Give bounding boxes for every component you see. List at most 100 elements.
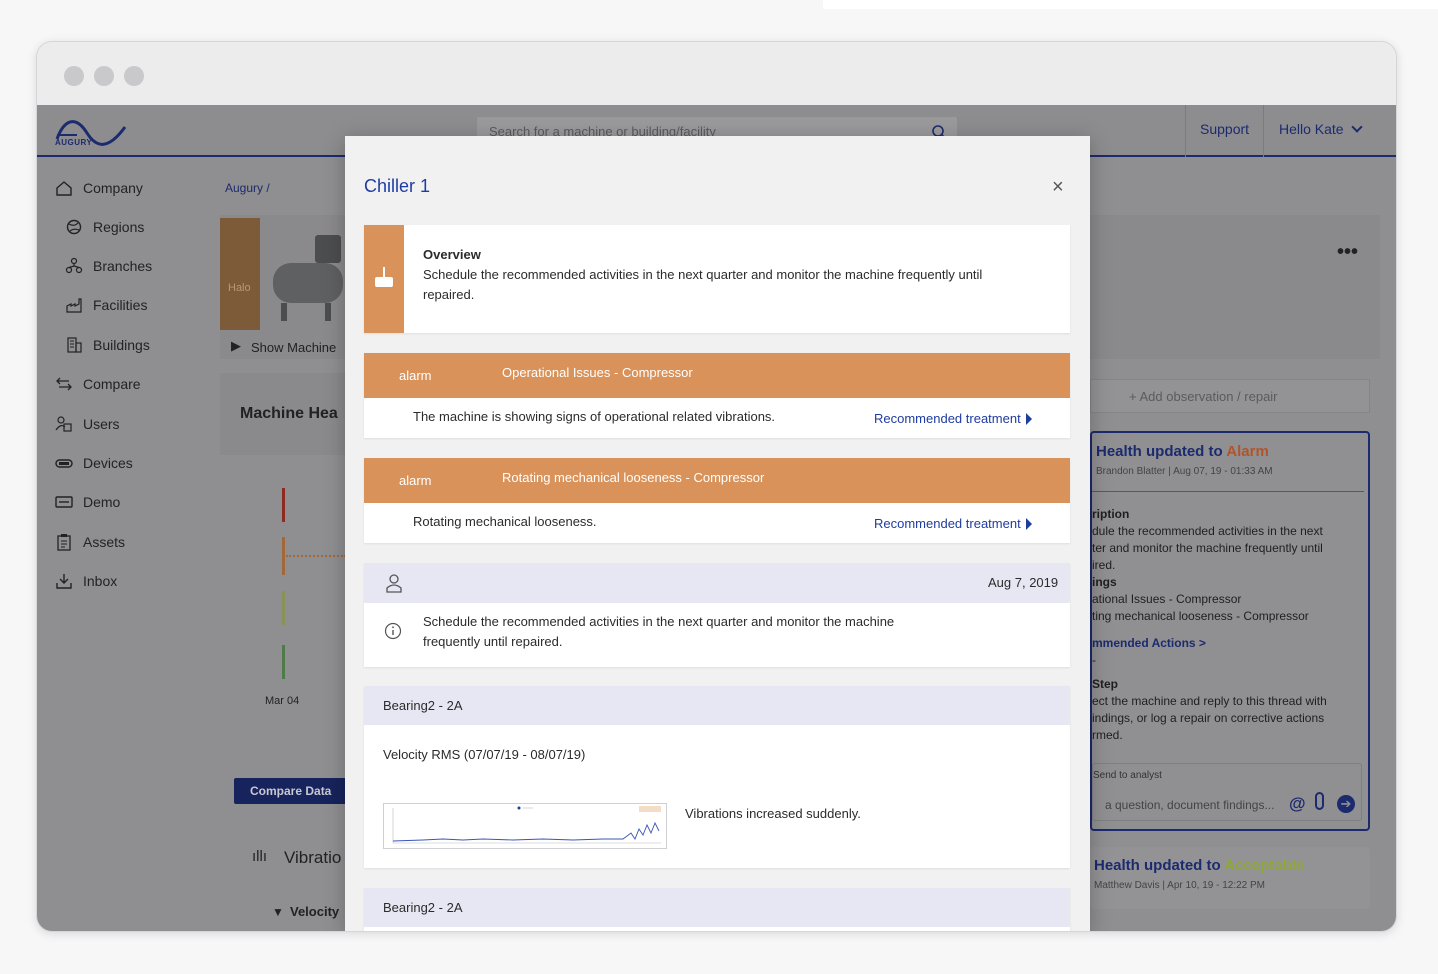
- top-strip: [823, 0, 1438, 9]
- bearing-card: Bearing2 - 2A Velocity RMS (07/07/19 - 0…: [364, 686, 1070, 868]
- overview-heading: Overview: [423, 247, 481, 262]
- vibration-title: Vibratio: [284, 848, 342, 867]
- sidebar-item-label: Users: [83, 416, 120, 432]
- health-status-alarm: Alarm: [1226, 443, 1269, 460]
- send-to-analyst-label: Send to analyst: [1093, 770, 1162, 781]
- halo-label: Halo: [228, 282, 251, 294]
- sidebar-item-label: Assets: [83, 534, 126, 550]
- send-arrow-icon[interactable]: ➔: [1337, 795, 1355, 813]
- overview-card: Overview Schedule the recommended activi…: [364, 225, 1070, 333]
- window-close-dot[interactable]: [64, 66, 84, 86]
- expand-caret-icon[interactable]: ▶: [231, 338, 241, 354]
- show-machine-toggle[interactable]: Show Machine: [251, 340, 336, 355]
- halo-status-strip: Halo: [220, 218, 260, 330]
- rc-line: ter and monitor the machine frequently u…: [1092, 541, 1323, 555]
- chiller-machine-image: [273, 235, 343, 321]
- velocity-rms-thumbnail[interactable]: [383, 803, 667, 849]
- more-options-icon[interactable]: •••: [1337, 241, 1377, 271]
- rc-line: ings: [1092, 575, 1117, 589]
- rc-line: ting mechanical looseness - Compressor: [1092, 609, 1309, 623]
- velocity-rms-label: Velocity RMS (07/07/19 - 08/07/19): [383, 747, 586, 762]
- recommended-treatment-label: Recommended treatment: [874, 411, 1021, 426]
- recommended-treatment-link[interactable]: Recommended treatment: [874, 411, 1032, 426]
- overview-text: repaired.: [423, 287, 475, 302]
- health-bar-good: [282, 645, 285, 679]
- sidebar-item-label: Buildings: [93, 337, 150, 353]
- add-observation-button[interactable]: + Add observation / repair: [1090, 379, 1370, 413]
- caret-right-icon: [1025, 412, 1032, 425]
- chart-tick-label: Mar 04: [265, 695, 300, 707]
- alarm-card: alarm Operational Issues - Compressor Th…: [364, 353, 1070, 438]
- compare-data-button[interactable]: Compare Data: [234, 778, 346, 804]
- brand-name: AUGURY: [55, 138, 93, 147]
- alarm-description: The machine is showing signs of operatio…: [413, 409, 776, 424]
- recommended-treatment-link[interactable]: Recommended treatment: [874, 516, 1032, 531]
- modal-title: Chiller 1: [364, 176, 431, 196]
- user-menu[interactable]: Hello Kate: [1279, 121, 1364, 137]
- recommended-actions-link[interactable]: mmended Actions >: [1092, 636, 1206, 650]
- rc-line: -: [1092, 653, 1096, 667]
- users-icon: [55, 416, 72, 432]
- bearing-name: Bearing2 - 2A: [383, 698, 463, 713]
- health-update-title: Health updated to Acceptable: [1094, 857, 1304, 874]
- branches-icon: [65, 257, 83, 274]
- clipboard-icon: [57, 534, 71, 551]
- alarm-card: alarm Rotating mechanical looseness - Co…: [364, 458, 1070, 543]
- collapse-caret-icon[interactable]: ▼: [272, 905, 284, 919]
- sidebar-item-facilities[interactable]: Facilities: [65, 293, 147, 317]
- building-icon: [67, 337, 82, 353]
- alarm-title: Rotating mechanical looseness - Compress…: [502, 470, 765, 485]
- sidebar-item-compare[interactable]: Compare: [55, 372, 141, 396]
- alarm-description: Rotating mechanical looseness.: [413, 514, 597, 529]
- sidebar-item-demo[interactable]: Demo: [55, 490, 120, 514]
- attachment-icon[interactable]: [1315, 792, 1324, 810]
- sidebar-item-inbox[interactable]: Inbox: [55, 569, 117, 593]
- health-bar-alarm: [282, 488, 285, 522]
- sidebar-item-label: Inbox: [83, 573, 118, 589]
- vibration-icon: ıllı: [252, 848, 267, 865]
- breadcrumb[interactable]: Augury /: [225, 181, 270, 195]
- health-status-acceptable: Acceptable: [1224, 857, 1305, 874]
- analyst-message-input[interactable]: a question, document findings...: [1105, 798, 1274, 812]
- health-update-meta: Matthew Davis | Apr 10, 19 - 12:22 PM: [1094, 880, 1266, 891]
- close-icon[interactable]: ×: [1052, 176, 1064, 199]
- sidebar-item-branches[interactable]: Branches: [65, 254, 152, 278]
- info-icon: [384, 622, 402, 640]
- factory-icon: [66, 298, 82, 313]
- bearing-header: Bearing2 - 2A: [364, 888, 1070, 927]
- caret-right-icon: [1025, 517, 1032, 530]
- alarm-header: alarm Operational Issues - Compressor: [364, 353, 1070, 398]
- recommended-treatment-label: Recommended treatment: [874, 516, 1021, 531]
- sidebar-item-buildings[interactable]: Buildings: [65, 333, 150, 357]
- note-text: Schedule the recommended activities in t…: [423, 614, 895, 629]
- health-update-card-alarm: Health updated to Alarm Brandon Blatter …: [1090, 431, 1370, 831]
- sidebar-item-label: Devices: [83, 455, 133, 471]
- rc-line: ired.: [1092, 558, 1116, 572]
- halo-sensor-icon: [375, 267, 393, 287]
- alarm-severity: alarm: [399, 368, 432, 383]
- mention-icon[interactable]: @: [1289, 794, 1306, 814]
- sidebar-item-company[interactable]: Company: [55, 176, 143, 200]
- note-date: Aug 7, 2019: [988, 575, 1059, 590]
- browser-window: AUGURY Search for a machine or building/…: [36, 41, 1397, 932]
- device-icon: [55, 459, 73, 468]
- sidebar-item-users[interactable]: Users: [55, 412, 120, 436]
- analyst-note-card: Aug 7, 2019 Schedule the recommended act…: [364, 563, 1070, 667]
- sidebar-item-devices[interactable]: Devices: [55, 451, 133, 475]
- sidebar-item-regions[interactable]: Regions: [65, 215, 144, 239]
- machine-health-title: Machine Hea: [240, 405, 338, 422]
- compare-icon: [56, 377, 72, 391]
- globe-icon: [66, 219, 82, 235]
- window-maximize-dot[interactable]: [124, 66, 144, 86]
- support-link[interactable]: Support: [1200, 121, 1249, 137]
- window-minimize-dot[interactable]: [94, 66, 114, 86]
- rc-line: dule the recommended activities in the n…: [1092, 524, 1323, 538]
- greeting-text: Hello Kate: [1279, 121, 1344, 137]
- bearing-card: Bearing2 - 2A: [364, 888, 1070, 931]
- demo-icon: [55, 496, 73, 508]
- sidebar-item-assets[interactable]: Assets: [55, 530, 125, 554]
- chevron-down-icon: [1351, 121, 1364, 133]
- divider: [1092, 491, 1364, 492]
- sidebar-item-label: Branches: [93, 258, 153, 274]
- sidebar-item-label: Regions: [93, 219, 145, 235]
